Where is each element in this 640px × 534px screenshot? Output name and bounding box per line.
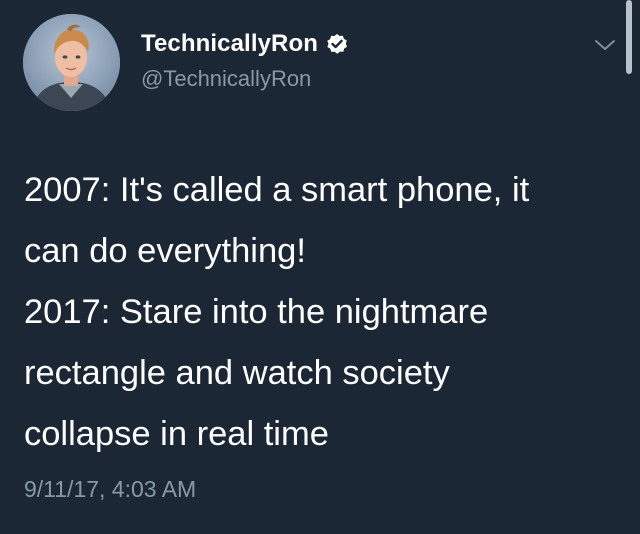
tweet-card: TechnicallyRon @TechnicallyRon 2007: It'… [0, 0, 640, 534]
verified-badge-icon [326, 33, 348, 55]
display-name[interactable]: TechnicallyRon [141, 30, 318, 58]
avatar[interactable] [23, 14, 120, 111]
author-handle[interactable]: @TechnicallyRon [141, 66, 311, 92]
tweet-text: 2007: It's called a smart phone, it can … [24, 160, 624, 465]
tweet-text-line: 2017: Stare into the nightmare [24, 293, 489, 331]
avatar-image [23, 14, 120, 111]
author-name-row[interactable]: TechnicallyRon [141, 30, 348, 58]
scrollbar[interactable] [626, 0, 632, 74]
tweet-text-line: collapse in real time [24, 415, 329, 453]
tweet-text-line: 2007: It's called a smart phone, it [24, 171, 530, 209]
tweet-timestamp[interactable]: 9/11/17, 4:03 AM [24, 476, 196, 503]
tweet-text-line: can do everything! [24, 232, 306, 270]
chevron-down-icon[interactable] [590, 34, 620, 56]
tweet-text-line: rectangle and watch society [24, 354, 450, 392]
